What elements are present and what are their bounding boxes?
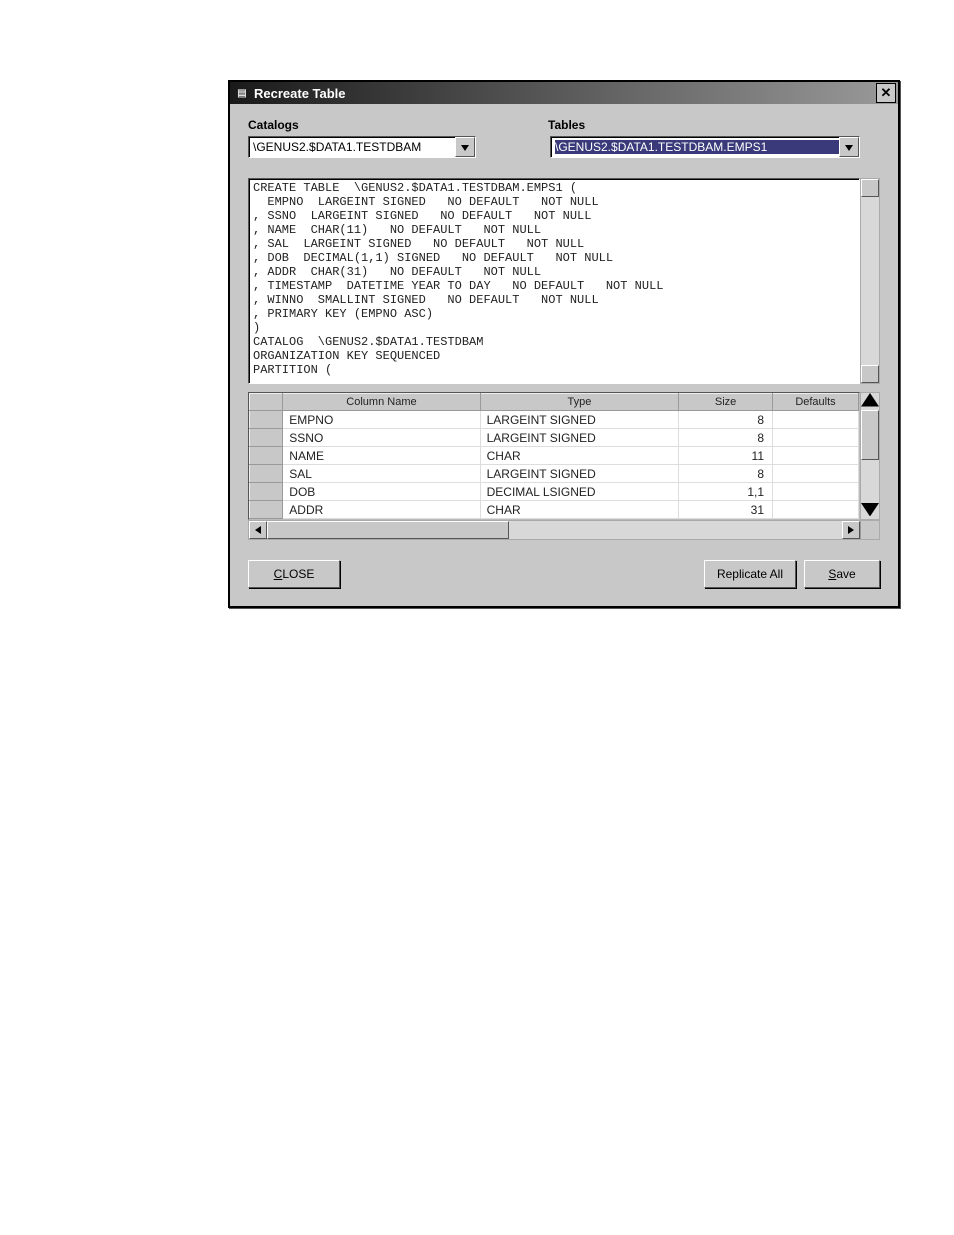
cell-size[interactable]: 31 <box>679 501 773 519</box>
row-header[interactable] <box>250 501 283 519</box>
table-row[interactable]: ADDR CHAR 31 <box>250 501 859 519</box>
cell-col-name[interactable]: NAME <box>283 447 480 465</box>
tables-combo-arrow[interactable] <box>839 137 859 157</box>
grid-vertical-scrollbar[interactable] <box>860 392 880 520</box>
grid-corner <box>250 394 283 411</box>
close-button-label: LOSE <box>282 567 314 581</box>
replicate-all-button[interactable]: Replicate All <box>704 560 796 588</box>
table-row[interactable]: EMPNO LARGEINT SIGNED 8 <box>250 411 859 429</box>
cell-col-name[interactable]: EMPNO <box>283 411 480 429</box>
chevron-up-icon <box>861 396 879 410</box>
columns-grid[interactable]: Column Name Type Size Defaults EMPNO LAR… <box>248 392 860 520</box>
cell-defaults[interactable] <box>773 465 859 483</box>
scrollbar-corner <box>860 521 879 539</box>
tables-label: Tables <box>548 118 880 132</box>
cell-size[interactable]: 8 <box>679 429 773 447</box>
button-row: CLOSE Replicate All Save <box>248 560 880 588</box>
combo-labels-row: Catalogs Tables <box>248 118 880 132</box>
cell-defaults[interactable] <box>773 411 859 429</box>
close-button[interactable]: CLOSE <box>248 560 340 588</box>
row-header[interactable] <box>250 483 283 501</box>
catalogs-combo-arrow[interactable] <box>455 137 475 157</box>
scroll-right-button[interactable] <box>842 521 860 539</box>
row-header[interactable] <box>250 411 283 429</box>
cell-defaults[interactable] <box>773 483 859 501</box>
scrollbar-thumb[interactable] <box>267 521 509 539</box>
chevron-down-icon <box>461 140 469 154</box>
scroll-down-button[interactable] <box>861 365 879 383</box>
cell-col-name[interactable]: ADDR <box>283 501 480 519</box>
catalogs-combo[interactable]: \GENUS2.$DATA1.TESTDBAM <box>248 136 476 158</box>
cell-col-name[interactable]: SAL <box>283 465 480 483</box>
chevron-down-icon <box>861 505 879 519</box>
cell-type[interactable]: LARGEINT SIGNED <box>480 429 679 447</box>
cell-col-name[interactable]: SSNO <box>283 429 480 447</box>
scrollbar-track[interactable] <box>861 410 879 503</box>
chevron-left-icon <box>255 523 261 537</box>
cell-size[interactable]: 1,1 <box>679 483 773 501</box>
cell-type[interactable]: CHAR <box>480 447 679 465</box>
tables-combo[interactable]: \GENUS2.$DATA1.TESTDBAM.EMPS1 <box>550 136 860 158</box>
scroll-up-button[interactable] <box>861 393 879 410</box>
catalogs-combo-value: \GENUS2.$DATA1.TESTDBAM <box>253 140 455 154</box>
save-button[interactable]: Save <box>804 560 880 588</box>
scroll-up-button[interactable] <box>861 179 879 197</box>
sql-area: CREATE TABLE \GENUS2.$DATA1.TESTDBAM.EMP… <box>248 178 880 384</box>
save-button-label: ave <box>836 567 855 581</box>
cell-size[interactable]: 8 <box>679 465 773 483</box>
columns-grid-wrap: Column Name Type Size Defaults EMPNO LAR… <box>248 392 880 520</box>
button-spacer <box>348 560 696 588</box>
grid-header-row: Column Name Type Size Defaults <box>250 394 859 411</box>
app-icon: ▤ <box>234 85 250 101</box>
titlebar-close-button[interactable]: ✕ <box>876 83 896 103</box>
table-row[interactable]: SAL LARGEINT SIGNED 8 <box>250 465 859 483</box>
combo-row: \GENUS2.$DATA1.TESTDBAM \GENUS2.$DATA1.T… <box>248 136 880 158</box>
scroll-down-button[interactable] <box>861 503 879 520</box>
dialog-body: Catalogs Tables \GENUS2.$DATA1.TESTDBAM … <box>230 104 898 606</box>
scrollbar-track[interactable] <box>267 521 842 539</box>
chevron-down-icon <box>845 140 853 154</box>
cell-type[interactable]: DECIMAL LSIGNED <box>480 483 679 501</box>
sql-vertical-scrollbar[interactable] <box>860 178 880 384</box>
replicate-all-label: Replicate All <box>717 567 783 581</box>
sql-textbox[interactable]: CREATE TABLE \GENUS2.$DATA1.TESTDBAM.EMP… <box>248 178 860 384</box>
table-row[interactable]: NAME CHAR 11 <box>250 447 859 465</box>
cell-col-name[interactable]: DOB <box>283 483 480 501</box>
table-row[interactable]: DOB DECIMAL LSIGNED 1,1 <box>250 483 859 501</box>
cell-defaults[interactable] <box>773 447 859 465</box>
grid-header-defaults[interactable]: Defaults <box>773 394 859 411</box>
close-icon: ✕ <box>881 85 892 101</box>
titlebar: ▤ Recreate Table ✕ <box>230 82 898 104</box>
cell-defaults[interactable] <box>773 429 859 447</box>
row-header[interactable] <box>250 447 283 465</box>
chevron-right-icon <box>848 523 854 537</box>
cell-type[interactable]: LARGEINT SIGNED <box>480 411 679 429</box>
row-header[interactable] <box>250 429 283 447</box>
cell-size[interactable]: 8 <box>679 411 773 429</box>
scroll-left-button[interactable] <box>249 521 267 539</box>
cell-type[interactable]: LARGEINT SIGNED <box>480 465 679 483</box>
cell-defaults[interactable] <box>773 501 859 519</box>
table-row[interactable]: SSNO LARGEINT SIGNED 8 <box>250 429 859 447</box>
recreate-table-dialog: ▤ Recreate Table ✕ Catalogs Tables \GENU… <box>228 80 900 608</box>
grid-header-column-name[interactable]: Column Name <box>283 394 480 411</box>
grid-horizontal-scrollbar[interactable] <box>248 520 880 540</box>
tables-combo-value: \GENUS2.$DATA1.TESTDBAM.EMPS1 <box>555 140 839 154</box>
scrollbar-track[interactable] <box>861 197 879 365</box>
scrollbar-thumb[interactable] <box>861 410 879 460</box>
catalogs-label: Catalogs <box>248 118 548 132</box>
window-title: Recreate Table <box>254 86 876 101</box>
cell-type[interactable]: CHAR <box>480 501 679 519</box>
cell-size[interactable]: 11 <box>679 447 773 465</box>
grid-header-size[interactable]: Size <box>679 394 773 411</box>
row-header[interactable] <box>250 465 283 483</box>
grid-header-type[interactable]: Type <box>480 394 679 411</box>
